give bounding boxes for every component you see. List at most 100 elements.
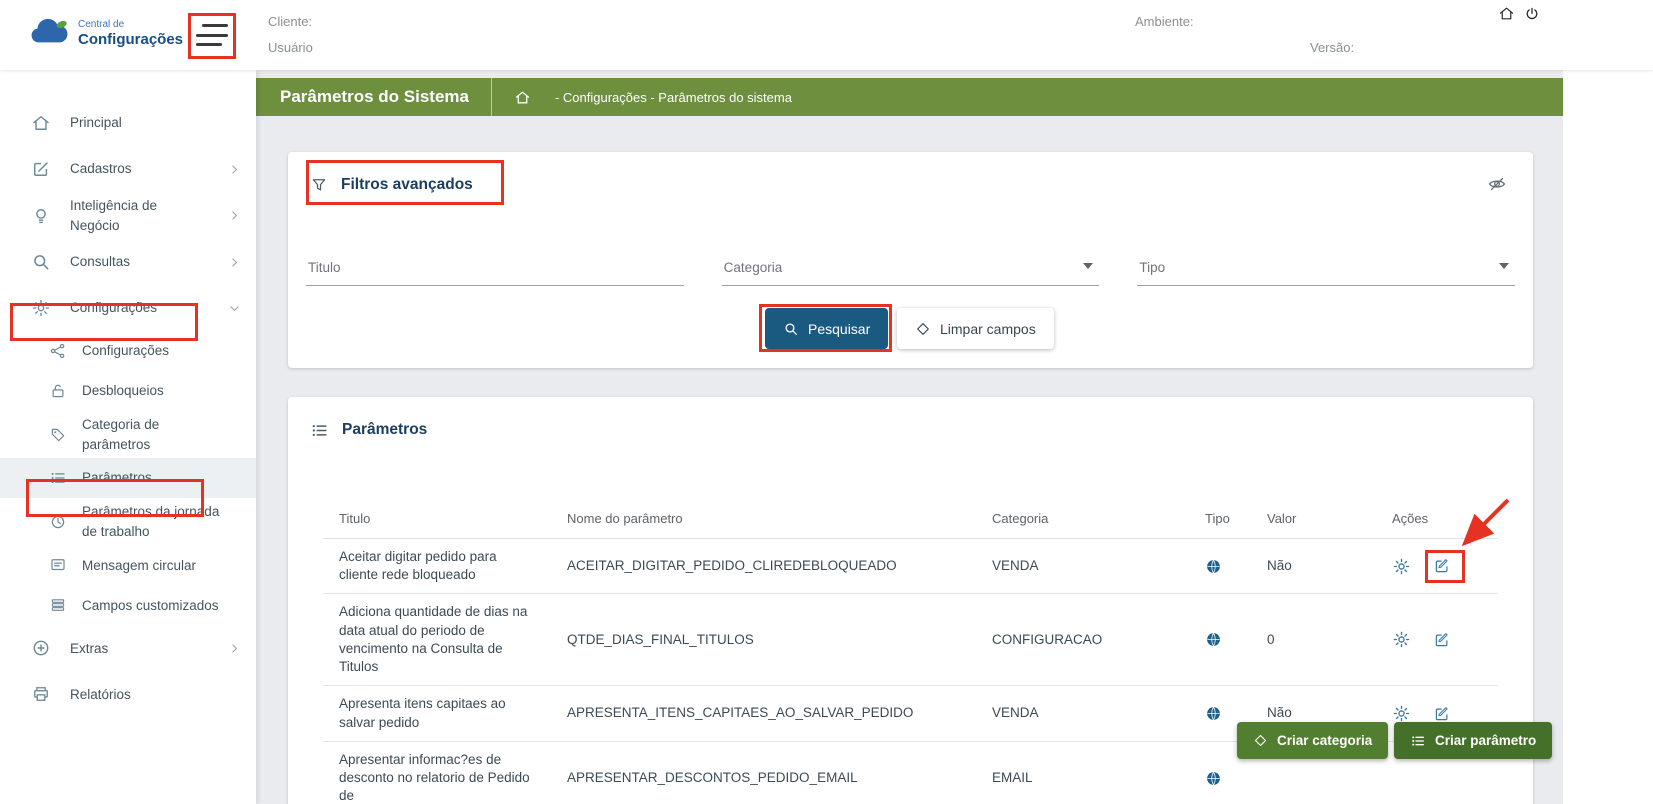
cell-categoria: EMAIL — [976, 741, 1189, 804]
settings-gear-icon[interactable] — [1392, 557, 1411, 576]
limpar-campos-button[interactable]: Limpar campos — [897, 308, 1054, 349]
cell-titulo: Adiciona quantidade de dias na data atua… — [323, 593, 551, 687]
stacked-rows-icon — [48, 596, 68, 614]
sidebar-item-label: Mensagem circular — [82, 557, 197, 573]
categoria-select[interactable]: Categoria — [721, 254, 1100, 286]
tipo-select[interactable]: Tipo — [1137, 254, 1516, 286]
tipo-select-placeholder: Tipo — [1139, 260, 1166, 275]
cell-valor: 0 — [1251, 593, 1376, 687]
chevron-right-icon — [228, 163, 241, 176]
edit-icon[interactable] — [1433, 705, 1451, 723]
chevron-right-icon — [228, 256, 241, 269]
filter-funnel-icon — [310, 176, 328, 194]
sidebar-subitem-parametros[interactable]: Parâmetros — [0, 458, 256, 499]
sidebar-item-label: Inteligência de Negócio — [70, 198, 158, 233]
cell-valor: Não — [1251, 538, 1376, 595]
criar-parametro-label: Criar parâmetro — [1435, 733, 1537, 748]
breadcrumb-home-icon[interactable] — [514, 89, 531, 106]
diamond-tag-icon — [1253, 733, 1268, 748]
edit-icon[interactable] — [1433, 557, 1451, 575]
gear-icon — [30, 298, 52, 318]
plus-circle-icon — [30, 638, 52, 658]
search-icon — [783, 321, 799, 337]
chevron-right-icon — [228, 209, 241, 222]
hide-filters-eye-off-icon[interactable] — [1487, 174, 1507, 197]
edit-icon[interactable] — [1433, 631, 1451, 649]
printer-icon — [30, 684, 52, 704]
top-header: Central de Configurações Cliente: Usuári… — [0, 0, 1653, 70]
cell-tipo — [1189, 593, 1251, 687]
sidebar-item-inteligencia-de-negocio[interactable]: Inteligência de Negócio — [0, 192, 256, 239]
sidebar-item-label: Cadastros — [70, 161, 132, 177]
list-icon — [1410, 733, 1426, 749]
sidebar-item-label: Configurações — [70, 300, 158, 316]
globe-icon — [1205, 705, 1235, 722]
filters-card: Filtros avançados Titulo Categoria Tipo — [288, 152, 1533, 368]
list-icon — [310, 421, 329, 440]
sidebar-item-configuracoes[interactable]: Configurações — [0, 285, 256, 331]
criar-categoria-button[interactable]: Criar categoria — [1237, 722, 1389, 759]
sidebar-item-label: Parâmetros — [82, 470, 152, 486]
cell-titulo: Aceitar digitar pedido para cliente rede… — [323, 538, 551, 595]
sidebar-subitem-desbloqueios[interactable]: Desbloqueios — [0, 371, 256, 411]
page-title: Parâmetros do Sistema — [280, 87, 469, 106]
cell-titulo: Apresenta itens capitaes ao salvar pedid… — [323, 685, 551, 742]
sidebar-subitem-configuracoes[interactable]: Configurações — [0, 331, 256, 371]
settings-gear-icon[interactable] — [1392, 630, 1411, 649]
dropdown-arrow-icon — [1083, 263, 1094, 269]
filter-buttons-row: Pesquisar Limpar campos — [288, 308, 1533, 352]
logout-power-icon[interactable] — [1523, 4, 1541, 26]
cell-nome: APRESENTAR_DESCONTOS_PEDIDO_EMAIL — [551, 741, 976, 804]
sidebar-item-label: Consultas — [70, 254, 131, 270]
criar-parametro-button[interactable]: Criar parâmetro — [1394, 722, 1553, 759]
sidebar-item-label: Categoria de parâmetros — [82, 417, 160, 452]
home-icon[interactable] — [1497, 4, 1516, 26]
filter-fields: Titulo Categoria Tipo — [306, 254, 1516, 286]
column-header-valor: Valor — [1251, 499, 1376, 539]
pencil-square-icon — [30, 159, 52, 179]
cell-acoes — [1376, 593, 1498, 687]
sidebar-subitem-categoria-de-parametros[interactable]: Categoria de parâmetros — [0, 411, 256, 458]
logo-line2: Configurações — [78, 30, 184, 48]
globe-icon — [1205, 631, 1235, 648]
topbar-actions — [1497, 4, 1541, 26]
dropdown-arrow-icon — [1499, 263, 1510, 269]
filters-title: Filtros avançados — [341, 176, 473, 193]
search-icon — [30, 252, 52, 272]
sidebar-item-label: Parâmetros da jornada de trabalho — [82, 504, 220, 539]
sidebar-item-consultas[interactable]: Consultas — [0, 239, 256, 285]
sidebar-item-principal[interactable]: Principal — [0, 100, 256, 146]
sidebar-subitem-campos-customizados[interactable]: Campos customizados — [0, 585, 256, 625]
parameters-title: Parâmetros — [342, 421, 428, 438]
sidebar-item-cadastros[interactable]: Cadastros — [0, 146, 256, 192]
table-header-row: Titulo Nome do parâmetro Categoria Tipo … — [323, 499, 1498, 539]
divider — [490, 78, 492, 116]
sidebar-item-relatorios[interactable]: Relatórios — [0, 671, 256, 717]
sidebar-subitem-mensagem-circular[interactable]: Mensagem circular — [0, 545, 256, 585]
table-row: Adiciona quantidade de dias na data atua… — [323, 593, 1498, 687]
categoria-select-placeholder: Categoria — [723, 260, 783, 275]
app-logo[interactable]: Central de Configurações — [28, 16, 183, 51]
tag-icon — [48, 426, 68, 444]
table-row: Aceitar digitar pedido para cliente rede… — [323, 538, 1498, 595]
message-icon — [48, 556, 68, 574]
chevron-right-icon — [228, 642, 241, 655]
environment-label: Ambiente: — [1135, 14, 1194, 29]
titulo-input[interactable]: Titulo — [306, 254, 684, 286]
menu-toggle-button[interactable] — [196, 22, 228, 48]
pesquisar-button[interactable]: Pesquisar — [765, 308, 889, 349]
home-icon — [30, 113, 52, 133]
settings-gear-icon[interactable] — [1392, 704, 1411, 723]
parameters-title-row: Parâmetros — [288, 397, 1533, 443]
column-header-nome: Nome do parâmetro — [551, 499, 976, 539]
cell-categoria: CONFIGURACAO — [976, 593, 1189, 687]
pesquisar-button-label: Pesquisar — [808, 320, 871, 337]
sidebar-subitem-parametros-da-jornada[interactable]: Parâmetros da jornada de trabalho — [0, 498, 256, 545]
sidebar-item-label: Relatórios — [70, 686, 131, 702]
unlock-icon — [48, 382, 68, 400]
page-header-bar: Parâmetros do Sistema - Configurações - … — [256, 78, 1563, 116]
client-label: Cliente: — [268, 14, 313, 29]
cell-categoria: VENDA — [976, 685, 1189, 742]
cell-acoes — [1376, 538, 1498, 595]
sidebar-item-extras[interactable]: Extras — [0, 625, 256, 671]
